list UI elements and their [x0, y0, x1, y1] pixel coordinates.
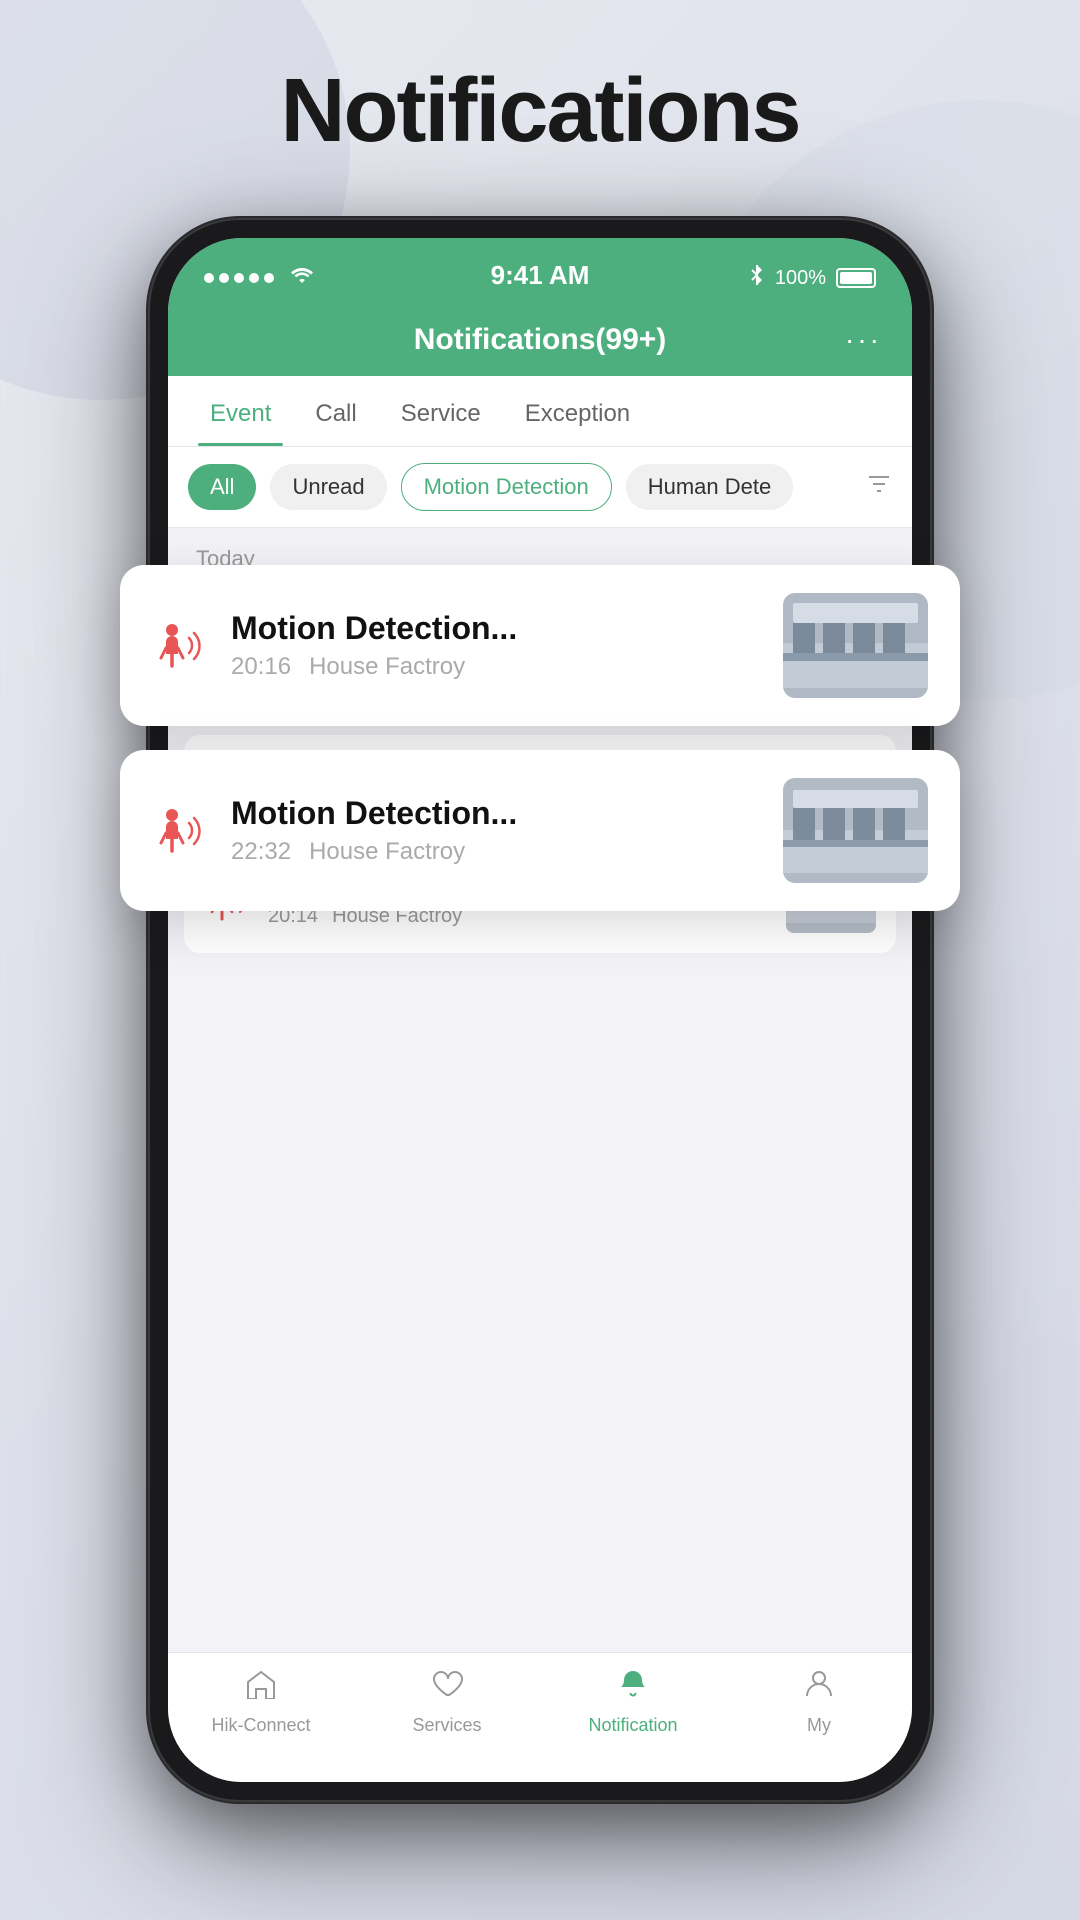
chip-human-detection[interactable]: Human Dete: [626, 464, 794, 510]
wifi-icon: [290, 265, 314, 291]
tab-event[interactable]: Event: [188, 376, 293, 446]
phone-screen: 9:41 AM 100% Notifications(99+) ···: [168, 238, 912, 1782]
bell-icon: [617, 1669, 649, 1707]
bluetooth-icon: [749, 264, 765, 292]
floating-card-2-info: Motion Detection... 22:32 House Factroy: [231, 795, 759, 866]
page-title: Notifications: [0, 60, 1080, 163]
floating-card-1-info: Motion Detection... 20:16 House Factroy: [231, 610, 759, 681]
app-header: Notifications(99+) ···: [168, 308, 912, 376]
floating-card-1-title: Motion Detection...: [231, 610, 759, 647]
status-time: 9:41 AM: [491, 260, 590, 291]
status-bar: 9:41 AM 100%: [168, 238, 912, 308]
motion-icon-1: [152, 618, 207, 673]
tab-bar: Hik-Connect Services Notification: [168, 1652, 912, 1782]
motion-icon-2: [152, 803, 207, 858]
battery-icon: [836, 268, 876, 288]
filter-chips: All Unread Motion Detection Human Dete: [168, 447, 912, 528]
header-title: Notifications(99+): [414, 323, 667, 357]
floating-card-2-title: Motion Detection...: [231, 795, 759, 832]
floating-card-2[interactable]: Motion Detection... 22:32 House Factroy: [120, 750, 960, 911]
tab-bar-services-label: Services: [412, 1715, 481, 1736]
person-icon: [803, 1669, 835, 1707]
tab-bar-notification[interactable]: Notification: [540, 1669, 726, 1736]
floating-card-1[interactable]: Motion Detection... 20:16 House Factroy: [120, 565, 960, 726]
home-icon: [245, 1669, 277, 1707]
header-menu-button[interactable]: ···: [845, 324, 882, 356]
floating-card-2-thumbnail: [783, 778, 928, 883]
tab-bar-my[interactable]: My: [726, 1669, 912, 1736]
chip-all[interactable]: All: [188, 464, 256, 510]
floating-card-1-location: House Factroy: [309, 653, 465, 681]
tab-service[interactable]: Service: [379, 376, 503, 446]
tab-bar-hik-connect[interactable]: Hik-Connect: [168, 1669, 354, 1736]
tab-exception[interactable]: Exception: [503, 376, 652, 446]
floating-card-1-thumbnail: [783, 593, 928, 698]
tab-bar-notification-label: Notification: [588, 1715, 677, 1736]
chip-unread[interactable]: Unread: [270, 464, 386, 510]
tab-bar-hik-connect-label: Hik-Connect: [211, 1715, 310, 1736]
tab-bar-my-label: My: [807, 1715, 831, 1736]
floating-card-1-time: 20:16: [231, 653, 291, 681]
main-tabs: Event Call Service Exception: [168, 376, 912, 447]
floating-card-2-time: 22:32: [231, 838, 291, 866]
floating-card-2-location: House Factroy: [309, 838, 465, 866]
tab-bar-services[interactable]: Services: [354, 1669, 540, 1736]
battery-percentage: 100%: [775, 267, 826, 290]
heart-icon: [431, 1669, 463, 1707]
filter-icon[interactable]: [866, 471, 892, 504]
tab-call[interactable]: Call: [293, 376, 378, 446]
phone-mockup: 9:41 AM 100% Notifications(99+) ···: [150, 220, 930, 1800]
chip-motion-detection[interactable]: Motion Detection: [401, 463, 612, 511]
